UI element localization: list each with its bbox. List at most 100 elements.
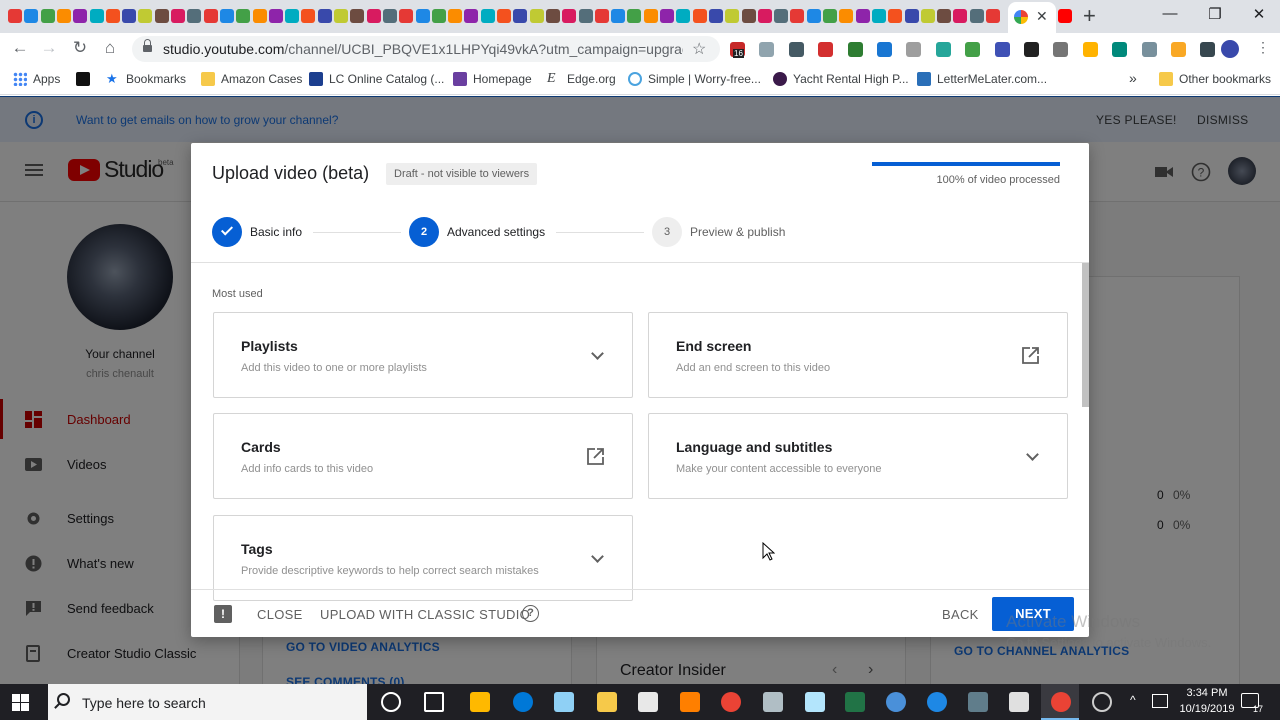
upload-with-classic-studio-button[interactable]: UPLOAD WITH CLASSIC STUDIO: [320, 607, 530, 622]
clock-time[interactable]: 3:34 PM: [1172, 687, 1242, 699]
bookmark-homepage[interactable]: Homepage: [453, 72, 532, 86]
task-view-icon[interactable]: [424, 692, 444, 712]
feedback-icon[interactable]: !: [214, 605, 232, 623]
minimize-button[interactable]: —: [1160, 5, 1180, 22]
network-icon[interactable]: [1152, 694, 1168, 708]
vlc-icon[interactable]: [680, 692, 700, 712]
end-screen-option[interactable]: End screen Add an end screen to this vid…: [648, 312, 1068, 398]
pinned-tab-favicon-icon[interactable]: [40, 9, 55, 23]
pinned-tab-favicon-icon[interactable]: [285, 9, 300, 23]
pinned-tab-favicon-icon[interactable]: [366, 9, 381, 23]
browser-extension-icon[interactable]: [1053, 42, 1069, 57]
pinned-tab-favicon-icon[interactable]: [56, 9, 71, 23]
forward-arrow-icon[interactable]: →: [39, 38, 59, 58]
browser-extension-icon[interactable]: [965, 42, 981, 57]
bookmark-yacht-rental[interactable]: Yacht Rental High P...: [773, 72, 909, 86]
chrome-icon[interactable]: [721, 692, 741, 712]
pinned-tab-favicon-icon[interactable]: [578, 9, 593, 23]
step-preview-publish-indicator[interactable]: 3: [652, 217, 682, 247]
bookmark-other-bookmarks[interactable]: Other bookmarks: [1159, 72, 1271, 86]
pinned-tab-favicon-icon[interactable]: [660, 9, 674, 23]
app-icon[interactable]: [554, 692, 574, 712]
pinned-tab-favicon-icon[interactable]: [904, 9, 919, 23]
bookmark-bookmarks[interactable]: ★ Bookmarks: [106, 72, 186, 87]
pinned-tab-favicon-icon[interactable]: [545, 9, 560, 23]
pinned-tab-favicon-icon[interactable]: [969, 9, 984, 23]
pinned-tab-favicon-icon[interactable]: [105, 9, 120, 23]
browser-menu-icon[interactable]: ⋮: [1256, 39, 1270, 56]
pinned-tab-favicon-icon[interactable]: [741, 9, 756, 23]
app-icon[interactable]: [886, 692, 906, 712]
browser-extension-icon[interactable]: [847, 42, 863, 57]
dialog-scrollbar[interactable]: [1082, 263, 1089, 407]
pinned-tab-favicon-icon[interactable]: [480, 9, 495, 23]
step-advanced-settings-indicator[interactable]: 2: [409, 217, 439, 247]
pinned-tab-favicon-icon[interactable]: [708, 9, 723, 23]
bookmarks-overflow-icon[interactable]: »: [1129, 70, 1137, 86]
pinned-tab-favicon-icon[interactable]: [986, 9, 1000, 23]
pinned-tab-favicon-icon[interactable]: [8, 9, 22, 23]
file-explorer-icon[interactable]: [597, 692, 617, 712]
step-preview-publish[interactable]: Preview & publish: [690, 225, 785, 239]
bookmark-lettermelater[interactable]: LetterMeLater.com...: [917, 72, 1047, 86]
taskbar-search-input[interactable]: Type here to search: [48, 684, 367, 720]
help-icon[interactable]: ?: [522, 605, 539, 622]
pinned-tab-favicon-icon[interactable]: [855, 9, 870, 23]
edge-icon[interactable]: [513, 692, 533, 712]
pinned-tab-favicon-icon[interactable]: [839, 9, 854, 23]
url-text[interactable]: studio.youtube.com/channel/UCBI_PBQVE1x1…: [163, 41, 683, 57]
pinned-tab-favicon-icon[interactable]: [725, 9, 740, 23]
pinned-tab-favicon-icon[interactable]: [334, 9, 348, 23]
language-subtitles-option[interactable]: Language and subtitles Make your content…: [648, 413, 1068, 499]
pinned-tab-favicon-icon[interactable]: [171, 9, 185, 23]
bookmark-amazon[interactable]: [76, 72, 96, 86]
open-external-icon[interactable]: [1022, 347, 1039, 364]
pinned-tab-favicon-icon[interactable]: [871, 9, 886, 23]
browser-extension-icon[interactable]: [935, 42, 951, 57]
step-advanced-settings[interactable]: Advanced settings: [447, 225, 545, 239]
browser-extension-icon[interactable]: [1024, 42, 1039, 57]
pinned-tab-favicon-icon[interactable]: [187, 9, 202, 23]
pinned-tab-favicon-icon[interactable]: [252, 9, 267, 23]
pinned-tab-favicon-icon[interactable]: [122, 9, 137, 23]
pinned-tab-favicon-icon[interactable]: [301, 9, 316, 23]
bookmark-apps[interactable]: Apps: [13, 72, 60, 86]
app-icon[interactable]: [927, 692, 947, 712]
chevron-down-icon[interactable]: [591, 550, 604, 563]
cortana-icon[interactable]: [381, 692, 401, 712]
browser-extension-icon[interactable]: [818, 42, 834, 57]
browser-extension-icon[interactable]: [1112, 42, 1128, 57]
pinned-tab-favicon-icon[interactable]: [219, 9, 234, 23]
pinned-tab-favicon-icon[interactable]: [920, 9, 935, 23]
pinned-tab-favicon-icon[interactable]: [382, 9, 397, 23]
open-external-icon[interactable]: [587, 448, 604, 465]
pinned-tab-favicon-icon[interactable]: [611, 9, 626, 23]
pinned-tab-favicon-icon[interactable]: [823, 9, 837, 23]
pinned-tab-favicon-icon[interactable]: [676, 9, 691, 23]
pinned-tab-favicon-icon[interactable]: [562, 9, 577, 23]
app-icon[interactable]: [805, 692, 825, 712]
pinned-tab-favicon-icon[interactable]: [268, 9, 283, 23]
pinned-tab-favicon-icon[interactable]: [350, 9, 365, 23]
chevron-down-icon[interactable]: [591, 347, 604, 360]
browser-extension-icon[interactable]: [994, 42, 1010, 57]
pinned-tab-favicon-icon[interactable]: [806, 9, 821, 23]
clock-date[interactable]: 10/19/2019: [1172, 703, 1242, 715]
excel-icon[interactable]: [845, 692, 865, 712]
bookmark-lc-online-catalog[interactable]: LC Online Catalog (...: [309, 72, 444, 86]
pinned-tab-favicon-icon[interactable]: [757, 9, 772, 23]
bookmark-amazon-cases[interactable]: Amazon Cases: [201, 72, 302, 86]
new-tab-button[interactable]: +: [1083, 3, 1096, 29]
browser-extension-icon[interactable]: [788, 42, 804, 57]
pinned-tab-favicon-icon[interactable]: [790, 9, 805, 23]
browser-extension-icon[interactable]: [877, 42, 892, 57]
playlists-option[interactable]: Playlists Add this video to one or more …: [213, 312, 633, 398]
chevron-down-icon[interactable]: [1026, 448, 1039, 461]
browser-extension-icon[interactable]: [1082, 42, 1098, 57]
youtube-tab-icon[interactable]: [1058, 9, 1072, 23]
app-icon[interactable]: [1009, 692, 1029, 712]
pinned-tab-favicon-icon[interactable]: [627, 9, 642, 23]
pinned-tab-favicon-icon[interactable]: [24, 9, 39, 23]
pinned-tab-favicon-icon[interactable]: [317, 9, 332, 23]
close-tab-icon[interactable]: ✕: [1036, 8, 1048, 25]
